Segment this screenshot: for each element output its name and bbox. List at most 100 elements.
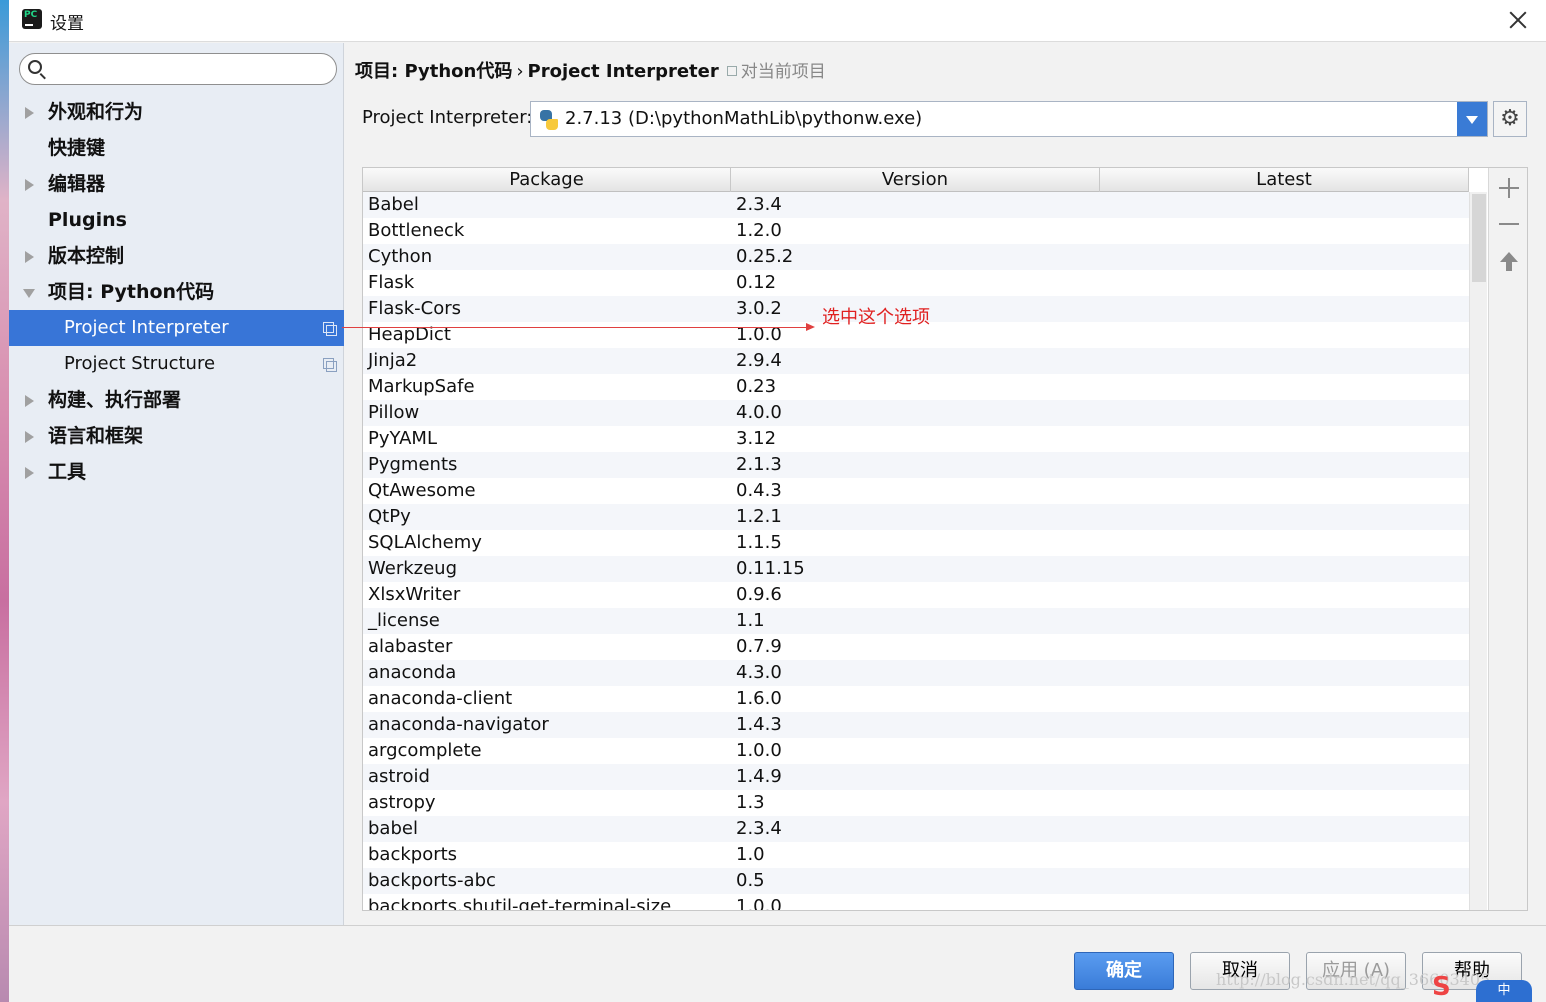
sidebar-item-7[interactable]: Project Structure	[9, 346, 344, 382]
window-title: 设置	[50, 14, 84, 34]
package-name: Pillow	[368, 402, 420, 423]
table-row[interactable]: Pillow 4.0.0	[363, 400, 1469, 426]
package-version: 1.3	[736, 792, 765, 813]
table-row[interactable]: Babel 2.3.4	[363, 192, 1469, 218]
chevron-right-icon[interactable]	[25, 107, 34, 119]
table-row[interactable]: anaconda 4.3.0	[363, 660, 1469, 686]
search-input[interactable]	[50, 57, 330, 81]
package-version: 0.11.15	[736, 558, 805, 579]
table-scrollbar[interactable]	[1469, 192, 1487, 910]
table-row[interactable]: backports.shutil-get-terminal-size 1.0.0	[363, 894, 1469, 910]
chevron-right-icon[interactable]	[25, 395, 34, 407]
table-row[interactable]: Flask 0.12	[363, 270, 1469, 296]
project-scope-icon	[323, 358, 337, 372]
sidebar-item-9[interactable]: 语言和框架	[9, 418, 344, 454]
upgrade-package-icon[interactable]	[1497, 250, 1521, 274]
chevron-right-icon[interactable]	[25, 467, 34, 479]
table-row[interactable]: SQLAlchemy 1.1.5	[363, 530, 1469, 556]
package-version: 1.2.1	[736, 506, 782, 527]
sidebar-item-5[interactable]: 项目: Python代码	[9, 274, 344, 310]
table-row[interactable]: Cython 0.25.2	[363, 244, 1469, 270]
table-row[interactable]: Pygments 2.1.3	[363, 452, 1469, 478]
annotation-arrow-head-icon	[806, 323, 815, 331]
table-row[interactable]: XlsxWriter 0.9.6	[363, 582, 1469, 608]
ok-button[interactable]: 确定	[1074, 952, 1174, 990]
table-row[interactable]: alabaster 0.7.9	[363, 634, 1469, 660]
column-header-latest[interactable]: Latest	[1100, 168, 1469, 192]
sidebar-item-label: 构建、执行部署	[48, 389, 182, 411]
interpreter-dropdown-button[interactable]	[1457, 102, 1487, 136]
package-name: anaconda-navigator	[368, 714, 549, 735]
package-name: anaconda-client	[368, 688, 513, 709]
sidebar-item-6[interactable]: Project Interpreter	[9, 310, 344, 346]
table-row[interactable]: Jinja2 2.9.4	[363, 348, 1469, 374]
package-version: 1.4.9	[736, 766, 782, 787]
package-name: HeapDict	[368, 324, 451, 345]
package-version: 1.1	[736, 610, 765, 631]
ime-indicator-icon: 中	[1476, 980, 1532, 1002]
sidebar-item-2[interactable]: 编辑器	[9, 166, 344, 202]
add-package-icon[interactable]	[1497, 176, 1521, 200]
sidebar-item-label: 项目: Python代码	[48, 281, 215, 303]
package-name: XlsxWriter	[368, 584, 461, 605]
table-row[interactable]: anaconda-client 1.6.0	[363, 686, 1469, 712]
column-header-version[interactable]: Version	[731, 168, 1100, 192]
chevron-right-icon[interactable]	[25, 431, 34, 443]
title-bar: PC 设置	[9, 0, 1546, 42]
table-row[interactable]: QtPy 1.2.1	[363, 504, 1469, 530]
package-version: 1.6.0	[736, 688, 782, 709]
sidebar-item-label: 语言和框架	[48, 425, 144, 447]
table-row[interactable]: _license 1.1	[363, 608, 1469, 634]
package-version: 2.3.4	[736, 194, 782, 215]
sidebar-item-3[interactable]: Plugins	[9, 202, 344, 238]
annotation-arrow-line	[342, 327, 812, 328]
table-row[interactable]: anaconda-navigator 1.4.3	[363, 712, 1469, 738]
sidebar-item-1[interactable]: 快捷键	[9, 130, 344, 166]
package-version: 1.2.0	[736, 220, 782, 241]
scrollbar-thumb[interactable]	[1472, 194, 1486, 282]
sidebar-item-8[interactable]: 构建、执行部署	[9, 382, 344, 418]
remove-package-icon[interactable]	[1497, 212, 1521, 236]
table-row[interactable]: argcomplete 1.0.0	[363, 738, 1469, 764]
package-toolbar	[1488, 168, 1527, 910]
sidebar-item-label: Project Interpreter	[64, 317, 229, 338]
package-name: PyYAML	[368, 428, 437, 449]
package-version: 2.3.4	[736, 818, 782, 839]
table-row[interactable]: astroid 1.4.9	[363, 764, 1469, 790]
sidebar-item-0[interactable]: 外观和行为	[9, 94, 344, 130]
sidebar-item-label: Plugins	[48, 209, 127, 231]
table-row[interactable]: Bottleneck 1.2.0	[363, 218, 1469, 244]
gear-icon: ⚙	[1500, 106, 1520, 131]
table-row[interactable]: backports 1.0	[363, 842, 1469, 868]
package-version: 0.23	[736, 376, 777, 397]
package-version: 1.4.3	[736, 714, 782, 735]
sidebar-item-10[interactable]: 工具	[9, 454, 344, 490]
sidebar-item-label: 工具	[48, 461, 87, 483]
interpreter-select[interactable]: 2.7.13 (D:\pythonMathLib\pythonw.exe)	[530, 101, 1488, 137]
close-button[interactable]	[1506, 8, 1530, 32]
chevron-down-icon[interactable]	[23, 289, 35, 298]
chevron-right-icon[interactable]	[25, 251, 34, 263]
package-version: 0.4.3	[736, 480, 782, 501]
column-header-package[interactable]: Package	[363, 168, 731, 192]
table-row[interactable]: MarkupSafe 0.23	[363, 374, 1469, 400]
sidebar-item-4[interactable]: 版本控制	[9, 238, 344, 274]
table-row[interactable]: Werkzeug 0.11.15	[363, 556, 1469, 582]
interpreter-value: 2.7.13 (D:\pythonMathLib\pythonw.exe)	[565, 108, 923, 129]
table-row[interactable]: backports-abc 0.5	[363, 868, 1469, 894]
package-version: 1.0.0	[736, 740, 782, 761]
package-version: 1.0.0	[736, 324, 782, 345]
table-row[interactable]: astropy 1.3	[363, 790, 1469, 816]
chevron-right-icon[interactable]	[25, 179, 34, 191]
package-name: Flask	[368, 272, 415, 293]
package-version: 1.0	[736, 844, 765, 865]
package-version: 0.7.9	[736, 636, 782, 657]
package-name: MarkupSafe	[368, 376, 475, 397]
interpreter-settings-button[interactable]: ⚙	[1493, 101, 1527, 137]
sidebar-item-label: 快捷键	[48, 137, 106, 159]
package-name: Babel	[368, 194, 419, 215]
package-name: astroid	[368, 766, 430, 787]
table-row[interactable]: babel 2.3.4	[363, 816, 1469, 842]
table-row[interactable]: PyYAML 3.12	[363, 426, 1469, 452]
table-row[interactable]: QtAwesome 0.4.3	[363, 478, 1469, 504]
